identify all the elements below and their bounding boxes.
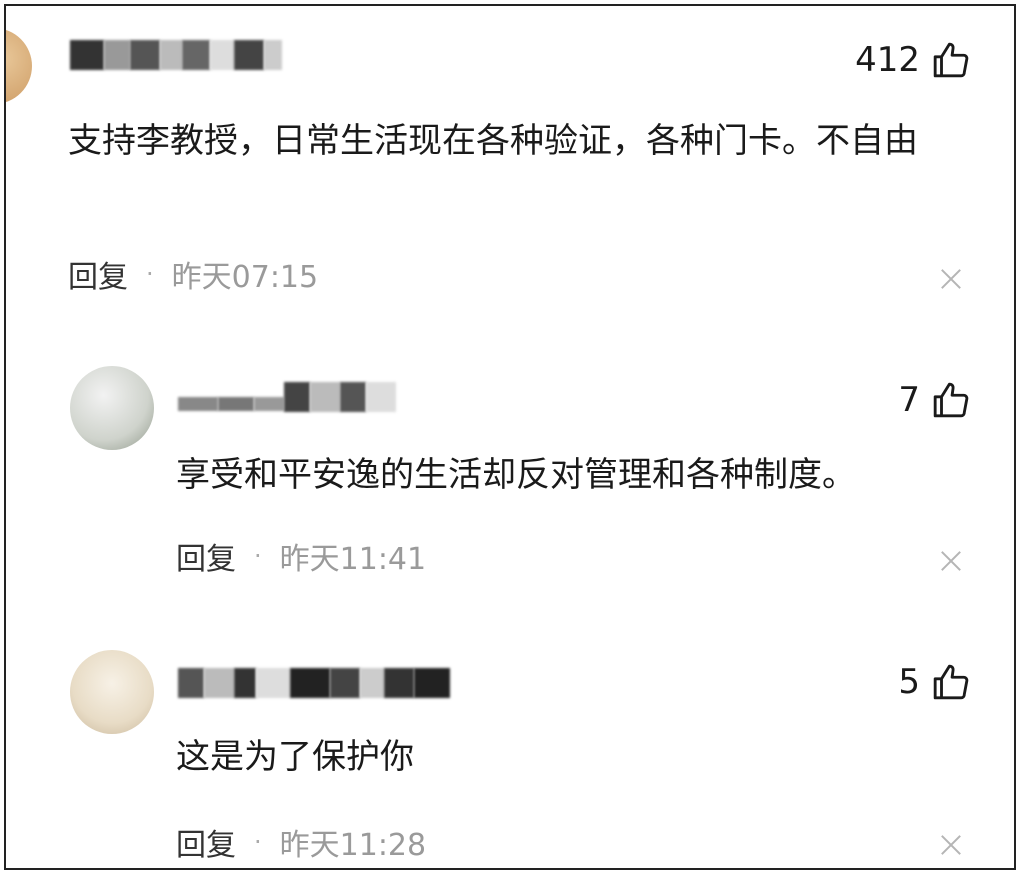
- like-button[interactable]: 7: [898, 380, 970, 420]
- comment-list: 412 支持李教授，日常生活现在各种验证，各种门卡。不自由 回复 · 昨天07:…: [4, 4, 1016, 870]
- thumbs-up-icon: [933, 42, 969, 78]
- comment-meta: 回复 · 昨天11:28: [176, 820, 426, 864]
- reply-button[interactable]: 回复: [68, 252, 128, 296]
- reply-item: 5 这是为了保护你 回复 · 昨天11:28: [6, 626, 1014, 868]
- timestamp: 昨天11:28: [279, 828, 427, 863]
- username-blurred[interactable]: [178, 380, 396, 414]
- username-blurred[interactable]: [178, 666, 450, 700]
- avatar[interactable]: [6, 28, 32, 104]
- comment-meta: 回复 · 昨天11:41: [176, 534, 426, 578]
- close-icon[interactable]: [940, 834, 962, 856]
- like-count: 7: [898, 380, 920, 420]
- like-count: 5: [898, 662, 920, 702]
- comment-text: 这是为了保护你: [176, 737, 414, 777]
- separator: ·: [254, 542, 262, 570]
- username-blurred[interactable]: [70, 38, 282, 72]
- timestamp: 昨天11:41: [279, 542, 427, 577]
- comment-item: 412 支持李教授，日常生活现在各种验证，各种门卡。不自由 回复 · 昨天07:…: [6, 6, 1014, 336]
- timestamp: 昨天07:15: [171, 260, 319, 295]
- avatar[interactable]: [70, 366, 154, 450]
- thumbs-up-icon: [933, 382, 969, 418]
- like-button[interactable]: 412: [855, 40, 970, 80]
- comment-text: 支持李教授，日常生活现在各种验证，各种门卡。不自由: [68, 121, 918, 161]
- like-count: 412: [855, 40, 920, 80]
- like-button[interactable]: 5: [898, 662, 970, 702]
- comment-meta: 回复 · 昨天07:15: [68, 252, 318, 296]
- reply-button[interactable]: 回复: [176, 820, 236, 864]
- thumbs-up-icon: [933, 664, 969, 700]
- reply-item: 7 享受和平安逸的生活却反对管理和各种制度。 回复 · 昨天11:41: [6, 336, 1014, 626]
- close-icon[interactable]: [940, 268, 962, 290]
- separator: ·: [254, 828, 262, 856]
- avatar[interactable]: [70, 650, 154, 734]
- close-icon[interactable]: [940, 550, 962, 572]
- separator: ·: [146, 260, 154, 288]
- comment-text: 享受和平安逸的生活却反对管理和各种制度。: [176, 455, 856, 495]
- reply-button[interactable]: 回复: [176, 534, 236, 578]
